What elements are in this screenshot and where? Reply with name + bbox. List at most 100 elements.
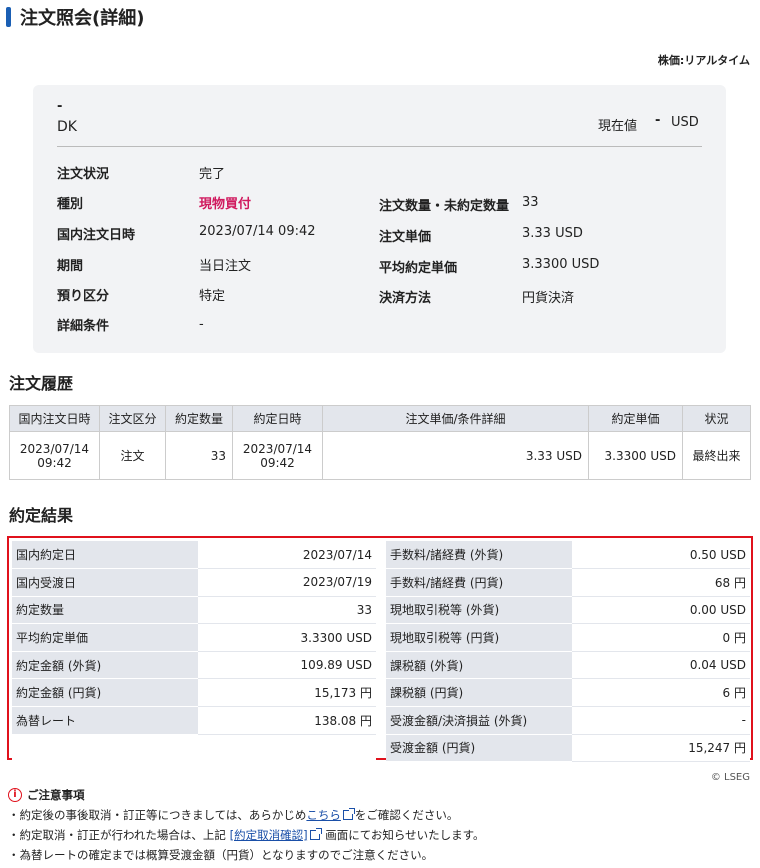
cell-order-time: 09:42 [37,455,72,470]
table-row: 為替レート 138.08 円 [12,706,376,735]
price-mode-label: 株価:リアルタイム [657,54,750,67]
col-exec-qty: 約定数量 [165,405,233,432]
result-label: 現地取引税等 (外貨) [386,596,572,625]
order-kind-label: 種別 [57,197,84,212]
table-row: 手数料/諸経費 (外貨) 0.50 USD [386,541,750,570]
result-label: 約定金額 (円貨) [12,678,198,708]
cell-exec-price: 3.3300 USD [588,431,683,480]
result-value: 68 円 [572,568,750,597]
result-label: 平均約定単価 [12,623,198,652]
col-domestic-order-datetime: 国内注文日時 [9,405,100,432]
period-value: 当日注文 [199,259,252,274]
note-text: ・約定後の事後取消・訂正等につきましては、あらかじめ [8,808,307,822]
result-value: 15,247 円 [572,734,750,763]
table-row: 課税額 (外貨) 0.04 USD [386,651,750,680]
result-value: 2023/07/19 [198,568,376,597]
custody-type-value: 特定 [199,289,226,304]
result-label: 課税額 (円貨) [386,678,572,708]
current-price-value: - [655,113,661,128]
table-row-empty [12,734,376,762]
col-order-type: 注文区分 [99,405,166,432]
notes-section: i ご注意事項 ・約定後の事後取消・訂正等につきましては、あらかじめこちら をご確… [8,785,485,865]
order-kind-value: 現物買付 [199,197,252,212]
table-row: 国内約定日 2023/07/14 [12,541,376,570]
table-row: 約定金額 (円貨) 15,173 円 [12,678,376,708]
col-exec-price: 約定単価 [588,405,683,432]
order-status-label: 注文状況 [57,167,110,182]
table-header-row: 国内注文日時 注文区分 約定数量 約定日時 注文単価/条件詳細 約定単価 状況 [9,405,751,432]
page-title: 注文照会(詳細) [6,5,144,29]
execution-result-box: 国内約定日 2023/07/14 国内受渡日 2023/07/19 約定数量 33 平… [7,536,753,763]
result-label: 受渡金額 (円貨) [386,734,572,763]
result-label: 現地取引税等 (円貨) [386,623,572,652]
order-qty-value: 33 [522,195,539,210]
order-price-label: 注文単価 [379,230,432,245]
execution-result-right-table: 手数料/諸経費 (外貨) 0.50 USD 手数料/諸経費 (円貨) 68 円 現地… [386,541,750,763]
settlement-method-value: 円貨決済 [522,291,575,306]
order-status-value: 完了 [199,167,226,182]
table-row: 現地取引税等 (円貨) 0 円 [386,623,750,652]
table-row: 約定数量 33 [12,596,376,625]
title-accent-bar [6,7,11,27]
symbol-code: DK [57,119,77,135]
cell-order-price: 3.33 USD [322,431,589,480]
cell-order-date: 2023/07/14 [19,441,90,456]
cell-order-datetime: 2023/07/14 09:42 [9,431,100,480]
domestic-order-datetime-value: 2023/07/14 09:42 [199,224,316,239]
cell-exec-qty: 33 [165,431,233,480]
note-text: 画面にてお知らせいたします。 [325,828,485,842]
table-row: 約定金額 (外貨) 109.89 USD [12,651,376,680]
result-label: 約定金額 (外貨) [12,651,198,680]
note-line-1: ・約定後の事後取消・訂正等につきましては、あらかじめこちら をご確認ください。 [8,805,485,825]
cell-exec-date: 2023/07/14 [242,441,313,456]
table-row: 2023/07/14 09:42 注文 33 2023/07/14 09:42 … [9,431,751,480]
result-value: 138.08 円 [198,706,376,735]
result-value: 33 [198,596,376,625]
result-label: 手数料/諸経費 (外貨) [386,541,572,570]
domestic-order-datetime-label: 国内注文日時 [57,228,136,243]
result-value: 0.04 USD [572,651,750,680]
col-exec-datetime: 約定日時 [232,405,323,432]
table-row: 国内受渡日 2023/07/19 [12,568,376,597]
table-row: 受渡金額/決済損益 (外貨) - [386,706,750,735]
order-summary-panel: - DK 現在値 - USD 注文状況 完了 種別 現物買付 国内注文日時 20… [33,85,726,353]
result-label: 受渡金額/決済損益 (外貨) [386,706,572,735]
external-link-icon[interactable] [342,808,355,820]
execution-result-left-table: 国内約定日 2023/07/14 国内受渡日 2023/07/19 約定数量 33 平… [12,541,376,762]
col-order-price: 注文単価/条件詳細 [322,405,589,432]
table-row: 手数料/諸経費 (円貨) 68 円 [386,568,750,597]
notes-header: i ご注意事項 [8,785,485,805]
cell-exec-time: 09:42 [260,455,295,470]
result-label: 手数料/諸経費 (円貨) [386,568,572,597]
result-label: 国内約定日 [12,541,198,570]
cell-order-type: 注文 [99,431,166,480]
data-source-credit: © LSEG [710,772,750,783]
order-history-table: 国内注文日時 注文区分 約定数量 約定日時 注文単価/条件詳細 約定単価 状況 … [9,405,751,480]
col-status: 状況 [682,405,751,432]
current-price-unit: USD [671,115,699,130]
cancel-confirm-link[interactable]: [約定取消確認] [230,828,308,842]
result-value: 0 円 [572,623,750,652]
result-value: 6 円 [572,678,750,708]
avg-exec-price-label: 平均約定単価 [379,261,458,276]
period-label: 期間 [57,259,84,274]
cancel-info-link[interactable]: こちら [306,808,341,822]
execution-result-title: 約定結果 [9,506,74,525]
result-value: 2023/07/14 [198,541,376,570]
note-line-3: ・為替レートの確定までは概算受渡金額（円貨）となりますのでご注意ください。 [8,848,434,862]
external-link-icon[interactable] [309,828,322,840]
table-row: 受渡金額 (円貨) 15,247 円 [386,734,750,763]
settlement-method-label: 決済方法 [379,291,432,306]
result-value: 15,173 円 [198,678,376,708]
detail-conditions-value: - [199,317,204,332]
result-label: 約定数量 [12,596,198,625]
cell-status: 最終出来 [682,431,751,480]
result-label: 国内受渡日 [12,568,198,597]
result-value: 0.00 USD [572,596,750,625]
result-value: 0.50 USD [572,541,750,570]
custody-type-label: 預り区分 [57,289,110,304]
avg-exec-price-value: 3.3300 USD [522,257,600,272]
note-line-2: ・約定取消・訂正が行われた場合は、上記 [約定取消確認] 画面にてお知らせいたし… [8,825,485,845]
order-qty-label: 注文数量・未約定数量 [379,199,510,214]
table-row: 課税額 (円貨) 6 円 [386,678,750,708]
